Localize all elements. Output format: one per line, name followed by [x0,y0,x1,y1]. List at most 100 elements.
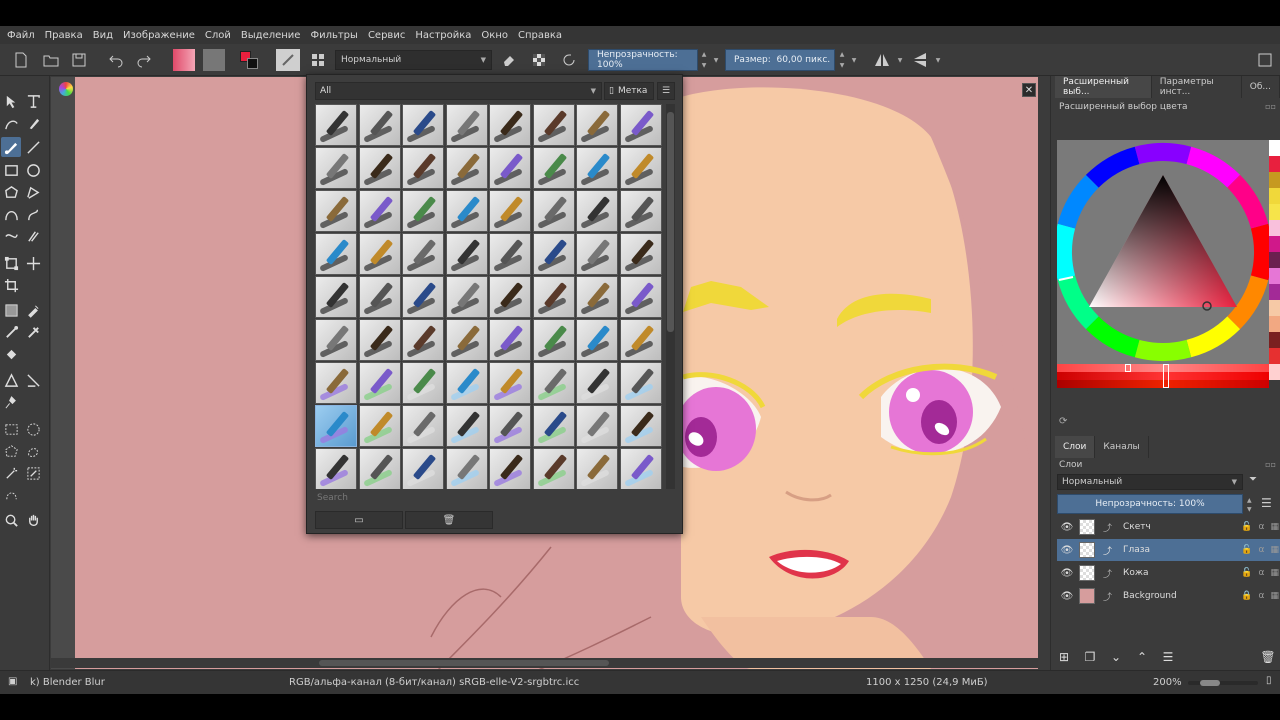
brush-preset-thumbnail[interactable] [445,276,488,318]
brush-preset-thumbnail[interactable] [402,147,444,189]
image-dimensions-label[interactable]: 1100 x 1250 (24,9 МиБ) [866,677,988,688]
hue-saturation-bars[interactable] [1057,364,1269,388]
menu-select[interactable]: Выделение [236,30,306,41]
brush-preset-thumbnail[interactable] [402,104,444,146]
brush-preset-thumbnail[interactable] [315,190,357,232]
tab-tool-options[interactable]: Параметры инст... [1152,76,1242,98]
colorspace-label[interactable]: RGB/альфа-канал (8-бит/канал) sRGB-elle-… [289,677,579,688]
brush-preset-thumbnail[interactable] [445,147,488,189]
assistant-tool-icon[interactable] [1,370,21,390]
brush-preset-thumbnail[interactable] [619,104,662,146]
gradient-swatch[interactable] [173,49,195,71]
zoom-tool-icon[interactable] [1,510,21,530]
brush-preset-thumbnail[interactable] [532,104,575,146]
menu-filters[interactable]: Фильтры [305,30,362,41]
alpha-icon[interactable]: α [1259,545,1265,555]
brush-preset-thumbnail[interactable] [576,147,618,189]
layer-properties-icon[interactable]: ☰ [1261,496,1272,510]
polygon-select-tool-icon[interactable] [1,441,21,461]
scrollbar-thumb[interactable] [319,660,609,666]
brush-filter-select[interactable]: All ▼ [315,82,602,100]
visibility-eye-icon[interactable]: 👁 [1061,521,1074,533]
bezier-select-tool-icon[interactable] [1,485,21,505]
layer-opacity-spin[interactable]: ▲ ▼ [1247,496,1255,514]
layer-row[interactable]: 👁 ⤴ Скетч 🔓 α ▦ [1057,516,1280,538]
view-mode-icon[interactable]: ☰ [657,82,675,100]
brush-preset-thumbnail[interactable] [576,362,618,404]
brush-preset-thumbnail[interactable] [445,190,488,232]
menu-edit[interactable]: Правка [40,30,88,41]
fill-tool-icon[interactable] [1,344,21,364]
bezier-tool-icon[interactable] [1,204,21,224]
measure-tool-icon[interactable] [23,370,43,390]
size-slider[interactable]: Размер: 60,00 пикс. [725,49,835,71]
layer-blend-mode-select[interactable]: Нормальный ▼ [1057,474,1243,490]
brush-preset-thumbnail[interactable] [532,405,575,447]
mirror-v-dropdown[interactable]: ▼ [933,49,943,71]
tab-channels[interactable]: Каналы [1095,436,1149,458]
lock-icon[interactable]: 🔒 [1241,591,1252,601]
color-selector[interactable] [1057,140,1269,364]
brush-preset-thumbnail[interactable] [619,190,662,232]
inherit-alpha-icon[interactable]: ▦ [1270,522,1279,532]
brush-preset-thumbnail[interactable] [315,405,357,447]
crop-tool-icon[interactable] [1,275,21,295]
zoom-slider-knob[interactable] [1200,680,1220,686]
opacity-dropdown[interactable]: ▼ [711,49,721,71]
brush-preset-thumbnail[interactable] [576,276,618,318]
fg-bg-color-icon[interactable] [238,49,260,71]
preserve-alpha-icon[interactable] [528,49,550,71]
brush-preset-thumbnail[interactable] [402,233,444,275]
brush-preset-thumbnail[interactable] [402,448,444,489]
brush-preset-thumbnail[interactable] [489,362,531,404]
brush-preset-thumbnail[interactable] [619,405,662,447]
brush-preset-thumbnail[interactable] [402,276,444,318]
redo-icon[interactable] [133,49,155,71]
tab-layers[interactable]: Слои [1055,436,1096,458]
new-document-icon[interactable] [10,49,32,71]
brush-preset-thumbnail[interactable] [532,190,575,232]
brush-preset-thumbnail[interactable] [489,319,531,361]
color-picker-tool-icon[interactable] [23,300,43,320]
brush-preset-thumbnail[interactable] [532,448,575,489]
menu-window[interactable]: Окно [476,30,513,41]
freehand-path-tool-icon[interactable] [23,204,43,224]
layer-opacity-slider[interactable]: Непрозрачность: 100% [1057,494,1243,514]
brush-preset-thumbnail[interactable] [402,362,444,404]
save-icon[interactable] [68,49,90,71]
brush-preset-thumbnail[interactable] [445,405,488,447]
dynamic-brush-tool-icon[interactable] [1,226,21,246]
brush-preset-thumbnail[interactable] [532,276,575,318]
brush-grid-scrollbar[interactable] [666,104,675,489]
brush-preset-thumbnail[interactable] [315,362,357,404]
gradient-tool-icon[interactable] [1,300,21,320]
brush-preset-thumbnail[interactable] [358,147,401,189]
brush-preset-thumbnail[interactable] [445,319,488,361]
brush-preset-thumbnail[interactable] [576,448,618,489]
brush-preset-thumbnail[interactable] [358,104,401,146]
edit-shapes-tool-icon[interactable] [1,113,21,133]
freehand-brush-tool-icon[interactable] [1,137,21,157]
brush-preset-thumbnail[interactable] [576,405,618,447]
brush-preset-thumbnail[interactable] [489,276,531,318]
delete-trash-icon[interactable]: 🗑 [405,511,493,529]
brush-preset-thumbnail[interactable] [489,147,531,189]
tab-overview[interactable]: Об... [1242,76,1280,98]
ellipse-tool-icon[interactable] [23,160,43,180]
brush-preset-thumbnail[interactable] [358,319,401,361]
visibility-eye-icon[interactable]: 👁 [1061,590,1074,602]
alpha-icon[interactable]: α [1259,591,1265,601]
multibrush-tool-icon[interactable] [23,226,43,246]
inherit-alpha-icon[interactable]: ▦ [1270,568,1279,578]
mirror-horizontal-icon[interactable] [871,49,893,71]
inherit-alpha-icon[interactable]: ▦ [1270,591,1279,601]
move-layer-down-icon[interactable]: ⌄ [1107,648,1125,666]
brush-preset-thumbnail[interactable] [315,104,357,146]
brush-preset-thumbnail[interactable] [315,147,357,189]
brush-preset-thumbnail[interactable] [276,49,300,71]
transform-tool-icon[interactable] [1,253,21,273]
visibility-eye-icon[interactable]: 👁 [1061,567,1074,579]
add-layer-icon[interactable]: ⊞ [1055,648,1073,666]
delete-layer-icon[interactable]: 🗑 [1259,648,1277,666]
brush-preset-thumbnail[interactable] [619,233,662,275]
